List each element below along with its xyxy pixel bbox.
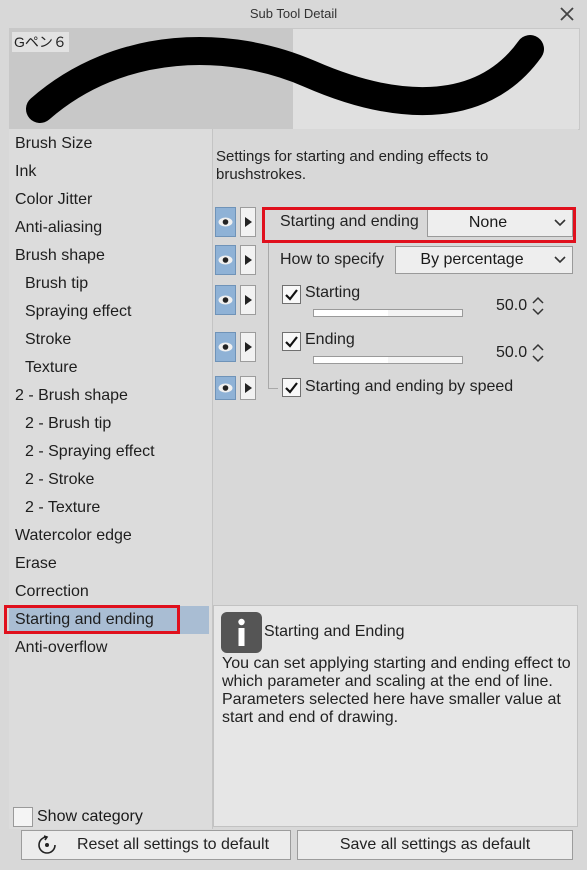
category-item[interactable]: 2 - Brush tip xyxy=(9,410,212,438)
how-to-specify-dropdown[interactable]: By percentage xyxy=(395,246,573,274)
checkmark-icon xyxy=(285,382,298,394)
reset-icon xyxy=(38,835,56,854)
how-to-specify-label: How to specify xyxy=(280,251,385,268)
window-title: Sub Tool Detail xyxy=(249,6,338,21)
category-item-label: Brush shape xyxy=(15,247,105,264)
ending-slider[interactable] xyxy=(313,356,463,364)
category-item[interactable]: Brush tip xyxy=(9,270,212,298)
expand-arrow-icon[interactable] xyxy=(240,332,256,362)
category-item-label: Stroke xyxy=(25,331,72,348)
chevron-down-icon xyxy=(554,256,566,264)
category-item-label: Ink xyxy=(15,163,37,180)
starting-slider[interactable] xyxy=(313,309,463,317)
info-icon xyxy=(221,612,262,653)
category-item[interactable]: Brush Size xyxy=(9,130,212,158)
selected-category-highlight xyxy=(4,605,180,634)
checkmark-icon xyxy=(285,289,298,301)
ending-label: Ending xyxy=(305,331,355,348)
category-item-label: Watercolor edge xyxy=(15,527,132,544)
spin-updown-icon[interactable] xyxy=(532,295,544,317)
category-item[interactable]: Brush shape xyxy=(9,242,212,270)
category-item-label: Texture xyxy=(25,359,78,376)
how-to-specify-value: By percentage xyxy=(420,251,524,268)
category-item[interactable]: 2 - Stroke xyxy=(9,466,212,494)
category-item-label: Spraying effect xyxy=(25,303,132,320)
expand-arrow-icon[interactable] xyxy=(240,376,256,400)
show-category-toggle[interactable]: Show category xyxy=(13,806,143,828)
help-body: You can set applying starting and ending… xyxy=(222,655,571,726)
starting-and-ending-highlight xyxy=(262,207,576,243)
reset-button-label: Reset all settings to default xyxy=(76,836,270,853)
spin-updown-icon[interactable] xyxy=(532,342,544,364)
by-speed-checkbox[interactable] xyxy=(282,378,301,397)
category-item-label: 2 - Stroke xyxy=(25,471,95,488)
ending-value[interactable]: 50.0 xyxy=(496,344,527,362)
ending-slider-fill xyxy=(314,357,388,363)
expand-arrow-icon[interactable] xyxy=(240,207,256,237)
category-item[interactable]: Color Jitter xyxy=(9,186,212,214)
category-item-label: 2 - Spraying effect xyxy=(25,443,155,460)
save-button-label: Save all settings as default xyxy=(339,836,531,853)
close-icon[interactable] xyxy=(557,4,577,24)
visibility-eye-icon[interactable] xyxy=(215,376,236,400)
checkmark-icon xyxy=(285,336,298,348)
category-item-label: 2 - Brush shape xyxy=(15,387,128,404)
starting-value[interactable]: 50.0 xyxy=(496,297,527,315)
category-item[interactable]: Anti-aliasing xyxy=(9,214,212,242)
visibility-eye-icon[interactable] xyxy=(215,245,236,275)
category-item-label: Erase xyxy=(15,555,57,572)
brush-preview: Gペン６ xyxy=(9,28,580,130)
starting-checkbox[interactable] xyxy=(282,285,301,304)
ending-checkbox[interactable] xyxy=(282,332,301,351)
category-item-label: 2 - Brush tip xyxy=(25,415,112,432)
by-speed-label: Starting and ending by speed xyxy=(305,378,514,395)
show-category-checkbox[interactable] xyxy=(13,806,33,827)
category-item[interactable]: Anti-overflow xyxy=(9,634,212,662)
category-item-label: 2 - Texture xyxy=(25,499,101,516)
starting-slider-fill xyxy=(314,310,388,316)
category-item[interactable]: Stroke xyxy=(9,326,212,354)
help-title: Starting and Ending xyxy=(264,623,405,640)
tree-line xyxy=(268,243,269,389)
category-item[interactable]: Watercolor edge xyxy=(9,522,212,550)
category-item-label: Correction xyxy=(15,583,89,600)
category-item-label: Brush tip xyxy=(25,275,89,292)
category-item-label: Color Jitter xyxy=(15,191,93,208)
tree-line xyxy=(268,388,278,389)
category-item[interactable]: Correction xyxy=(9,578,212,606)
save-all-settings-button[interactable]: Save all settings as default xyxy=(297,830,573,860)
category-item[interactable]: 2 - Brush shape xyxy=(9,382,212,410)
starting-label: Starting xyxy=(305,284,361,301)
preview-label: Gペン６ xyxy=(12,32,69,52)
visibility-eye-icon[interactable] xyxy=(215,332,236,362)
visibility-eye-icon[interactable] xyxy=(215,285,236,315)
category-item[interactable]: Texture xyxy=(9,354,212,382)
category-item-label: Anti-aliasing xyxy=(15,219,103,236)
reset-all-settings-button[interactable]: Reset all settings to default xyxy=(21,830,291,860)
stroke-preview xyxy=(26,35,544,123)
expand-arrow-icon[interactable] xyxy=(240,245,256,275)
category-item-label: Brush Size xyxy=(15,135,93,152)
category-item[interactable]: Spraying effect xyxy=(9,298,212,326)
category-item[interactable]: 2 - Texture xyxy=(9,494,212,522)
settings-description: Settings for starting and ending effects… xyxy=(216,148,489,183)
category-item[interactable]: 2 - Spraying effect xyxy=(9,438,212,466)
category-item-label: Anti-overflow xyxy=(15,639,108,656)
category-item[interactable]: Ink xyxy=(9,158,212,186)
show-category-label: Show category xyxy=(37,808,143,825)
visibility-eye-icon[interactable] xyxy=(215,207,236,237)
expand-arrow-icon[interactable] xyxy=(240,285,256,315)
category-item[interactable]: Erase xyxy=(9,550,212,578)
